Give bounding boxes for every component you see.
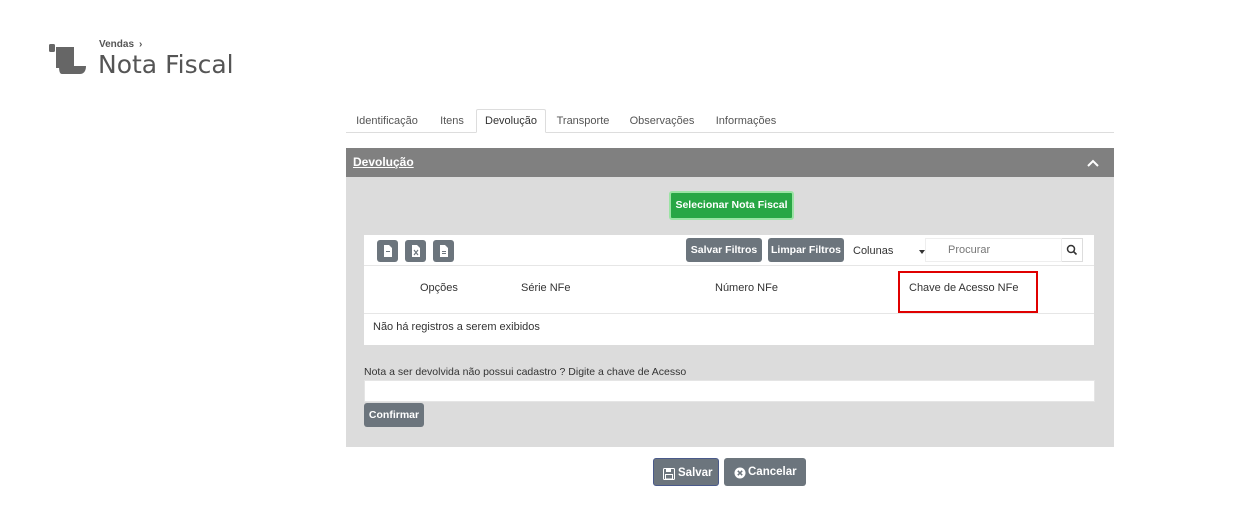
floppy-icon [663, 468, 675, 480]
column-header-numero-nfe[interactable]: Número NFe [715, 282, 778, 294]
panel-header[interactable]: Devolução [346, 148, 1114, 177]
search-icon[interactable] [1062, 238, 1083, 262]
scroll-icon [48, 44, 88, 76]
search-input[interactable]: Procurar [925, 238, 1062, 262]
access-key-input[interactable] [364, 380, 1095, 402]
tab-itens[interactable]: Itens [434, 108, 470, 132]
save-label: Salvar [678, 467, 713, 479]
cancel-label: Cancelar [748, 466, 797, 478]
divider [364, 265, 1094, 266]
cancel-button[interactable]: Cancelar [724, 458, 806, 486]
chevron-up-icon[interactable] [1086, 156, 1100, 170]
columns-dropdown[interactable]: Colunas [853, 245, 893, 257]
confirm-button[interactable]: Confirmar [364, 403, 424, 427]
tab-observacoes[interactable]: Observações [628, 108, 696, 132]
column-header-serie-nfe[interactable]: Série NFe [521, 282, 571, 294]
select-invoice-button[interactable]: Selecionar Nota Fiscal [669, 191, 794, 220]
access-key-label: Nota a ser devolvida não possui cadastro… [364, 366, 687, 378]
panel-title[interactable]: Devolução [353, 155, 414, 169]
tab-identificacao[interactable]: Identificação [350, 108, 424, 132]
file-export-icon[interactable] [433, 240, 454, 262]
highlight-box [898, 271, 1038, 313]
tab-transporte[interactable]: Transporte [552, 108, 614, 132]
returns-table: Salvar Filtros Limpar Filtros Colunas Pr… [364, 235, 1094, 345]
clear-filters-button[interactable]: Limpar Filtros [768, 238, 844, 262]
tab-bar: Identificação Itens Devolução Transporte… [346, 108, 1114, 133]
excel-export-icon[interactable] [405, 240, 426, 262]
column-header-opcoes[interactable]: Opções [420, 282, 458, 294]
save-filters-button[interactable]: Salvar Filtros [686, 238, 762, 262]
breadcrumb-chevron-icon: › [139, 39, 143, 50]
divider [364, 313, 1094, 314]
page-title: Nota Fiscal [98, 50, 234, 79]
breadcrumb-item-vendas[interactable]: Vendas [99, 39, 134, 50]
tab-informacoes[interactable]: Informações [712, 108, 780, 132]
close-circle-icon [734, 467, 746, 479]
pdf-export-icon[interactable] [377, 240, 398, 262]
devolucao-panel: Devolução Selecionar Nota Fiscal Salvar … [346, 148, 1114, 447]
breadcrumb[interactable]: Vendas › [99, 39, 142, 50]
tab-devolucao[interactable]: Devolução [476, 109, 546, 133]
save-button[interactable]: Salvar [653, 458, 719, 486]
empty-message: Não há registros a serem exibidos [373, 321, 540, 333]
